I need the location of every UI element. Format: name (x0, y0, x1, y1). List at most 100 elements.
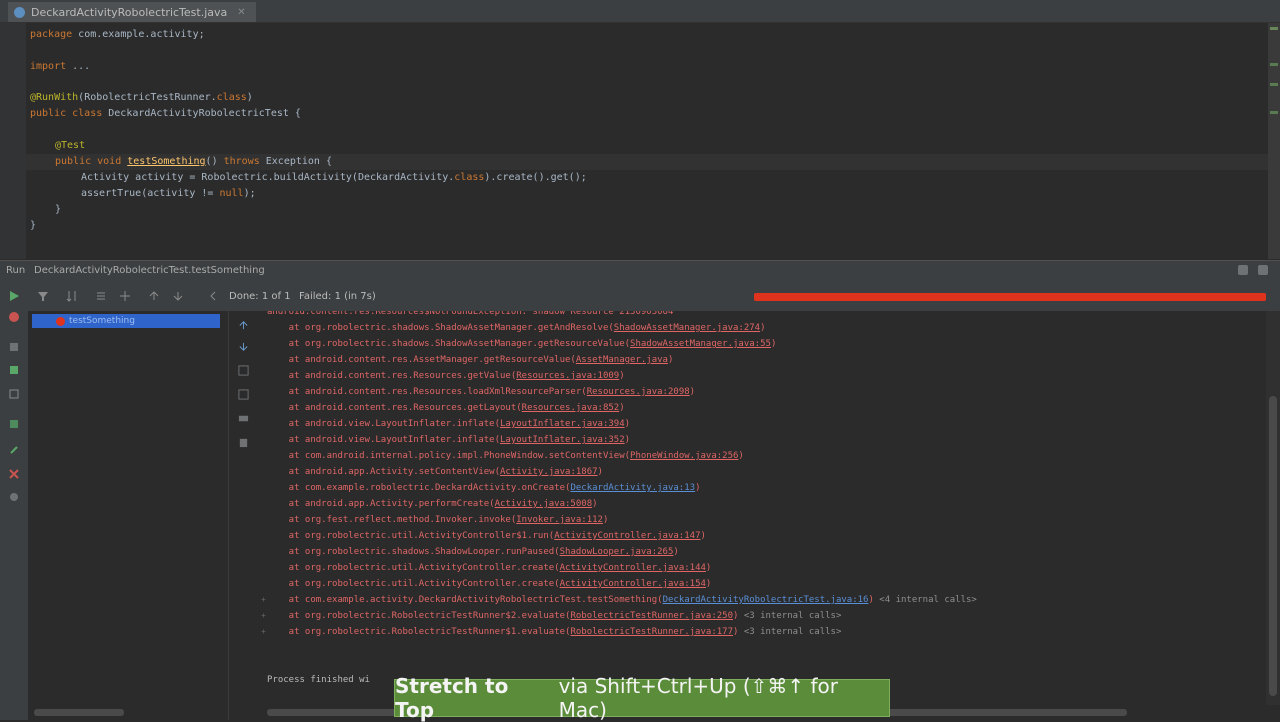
source-link[interactable]: PhoneWindow.java:256 (630, 451, 738, 461)
source-link[interactable]: Resources.java:852 (522, 403, 620, 413)
scroll-marker (1270, 111, 1278, 114)
internal-calls-fold[interactable]: <4 internal calls> (874, 595, 977, 605)
code-line: @Test (55, 140, 86, 151)
print-icon[interactable] (238, 413, 249, 424)
tests-done-label: Done: 1 of 1 (229, 291, 291, 302)
fold-icon[interactable]: + (261, 627, 266, 636)
scroll-thumb[interactable] (1269, 396, 1277, 696)
internal-calls-fold[interactable]: <3 internal calls> (738, 627, 842, 637)
source-link[interactable]: ShadowLooper.java:265 (560, 547, 674, 557)
source-link[interactable]: ActivityController.java:144 (560, 563, 706, 573)
scroll-thumb[interactable] (34, 709, 124, 716)
stack-trace-line: at android.view.LayoutInflater.inflate(L… (267, 419, 631, 429)
code-line: } (30, 220, 37, 231)
source-link[interactable]: Resources.java:1009 (516, 371, 619, 381)
stack-trace-line: at android.content.res.Resources.loadXml… (267, 387, 696, 397)
internal-calls-fold[interactable]: <3 internal calls> (738, 611, 842, 621)
source-link[interactable]: DeckardActivity.java:13 (570, 483, 695, 493)
sort-icon[interactable] (66, 290, 78, 302)
toggle-icon[interactable] (8, 388, 20, 400)
stack-trace-line: at org.robolectric.util.ActivityControll… (267, 579, 712, 589)
hide-icon[interactable] (1258, 265, 1268, 275)
source-link[interactable]: Activity.java:1867 (500, 467, 598, 477)
down-icon[interactable] (238, 341, 249, 352)
tree-hscrollbar[interactable] (28, 705, 228, 720)
scroll-marker (1270, 83, 1278, 86)
console-toolstrip (228, 311, 259, 720)
stack-trace-line: at org.robolectric.RobolectricTestRunner… (267, 627, 842, 637)
shortcut-tip-action: Stretch to Top (395, 674, 509, 722)
stack-trace-line: at org.robolectric.util.ActivityControll… (267, 531, 706, 541)
sort-duration-icon[interactable] (95, 290, 107, 302)
run-icon[interactable] (8, 290, 20, 302)
filter-icon[interactable] (37, 290, 49, 302)
scroll-marker (1270, 27, 1278, 30)
next-icon[interactable] (172, 290, 184, 302)
source-link[interactable]: RobolectricTestRunner.java:177 (570, 627, 733, 637)
code-line: import ... (30, 61, 91, 72)
test-tree[interactable]: testSomething (28, 311, 228, 720)
code-line: public void testSomething() throws Excep… (55, 156, 332, 167)
trash-icon[interactable] (238, 437, 249, 448)
source-link[interactable]: LayoutInflater.java:394 (500, 419, 625, 429)
source-link[interactable]: ShadowAssetManager.java:274 (614, 323, 760, 333)
editor-tab-title: DeckardActivityRobolectricTest.java (31, 5, 228, 19)
run-config-tab[interactable]: DeckardActivityRobolectricTest.testSomet… (34, 265, 265, 276)
wrap-icon[interactable] (238, 365, 249, 376)
source-link[interactable]: ActivityController.java:147 (554, 531, 700, 541)
help-icon[interactable] (8, 491, 20, 503)
source-link[interactable]: AssetManager.java (576, 355, 668, 365)
pin-icon[interactable] (8, 444, 20, 456)
stop-icon[interactable] (8, 341, 20, 353)
close-icon[interactable] (8, 468, 20, 480)
source-link[interactable]: ShadowAssetManager.java:55 (630, 339, 771, 349)
code-line: package com.example.activity; (30, 29, 205, 40)
code-line: } (55, 204, 62, 215)
run-toolbar: Done: 1 of 1 Failed: 1 (in 7s) (0, 281, 1280, 311)
editor-scrollbar[interactable] (1268, 23, 1280, 259)
stack-trace-line: at android.app.Activity.setContentView(A… (267, 467, 603, 477)
rerun-failed-icon[interactable] (8, 364, 20, 376)
rerun-icon[interactable] (8, 311, 20, 323)
stack-trace-line: at com.example.robolectric.DeckardActivi… (267, 483, 701, 493)
chevron-left-icon[interactable] (207, 290, 219, 302)
up-icon[interactable] (238, 320, 249, 331)
source-link[interactable]: RobolectricTestRunner.java:250 (570, 611, 733, 621)
stack-trace-line: android.content.res.Resources$NotFoundEx… (267, 311, 674, 317)
stack-trace-line: at com.android.internal.policy.impl.Phon… (267, 451, 744, 461)
stack-trace-line: at org.fest.reflect.method.Invoker.invok… (267, 515, 609, 525)
java-file-icon (14, 6, 25, 18)
source-link[interactable]: LayoutInflater.java:352 (500, 435, 625, 445)
tree-item-selected[interactable]: testSomething (32, 314, 220, 328)
test-progress-bar (754, 293, 1266, 301)
fold-icon[interactable]: + (261, 611, 266, 620)
run-side-toolbar (0, 311, 28, 720)
prev-icon[interactable] (148, 290, 160, 302)
console-scrollbar[interactable] (1266, 311, 1280, 705)
tree-item-label: testSomething (69, 316, 135, 326)
code-editor[interactable]: package com.example.activity; import ...… (0, 23, 1268, 259)
source-link[interactable]: Activity.java:5008 (495, 499, 593, 509)
code-line: Activity activity = Robolectric.buildAct… (81, 172, 587, 183)
code-line: assertTrue(activity != null); (81, 188, 256, 199)
stack-trace-line: at org.robolectric.shadows.ShadowLooper.… (267, 547, 679, 557)
stack-trace-line: at android.view.LayoutInflater.inflate(L… (267, 435, 631, 445)
stack-trace-line: at org.robolectric.util.ActivityControll… (267, 563, 712, 573)
editor-tab[interactable]: DeckardActivityRobolectricTest.java ✕ (8, 2, 256, 22)
close-icon[interactable]: ✕ (237, 7, 245, 18)
settings-icon[interactable] (1238, 265, 1248, 275)
shortcut-tip: Stretch to Top via Shift+Ctrl+Up (⇧⌘↑ fo… (394, 674, 890, 722)
export-icon[interactable] (8, 418, 20, 430)
scroll-to-end-icon[interactable] (238, 389, 249, 400)
source-link[interactable]: DeckardActivityRobolectricTest.java:16 (663, 595, 869, 605)
source-link[interactable]: Invoker.java:112 (516, 515, 603, 525)
process-finished-text: Process finished wi (267, 675, 370, 685)
console-output[interactable]: Process finished wi android.content.res.… (259, 311, 1266, 705)
stack-trace-line: at android.content.res.Resources.getValu… (267, 371, 625, 381)
source-link[interactable]: Resources.java:2098 (587, 387, 690, 397)
source-link[interactable]: ActivityController.java:154 (560, 579, 706, 589)
shortcut-tip-keys: via Shift+Ctrl+Up (⇧⌘↑ for Mac) (558, 674, 839, 722)
run-panel-label: Run (6, 265, 26, 276)
fold-icon[interactable]: + (261, 595, 266, 604)
expand-icon[interactable] (119, 290, 131, 302)
